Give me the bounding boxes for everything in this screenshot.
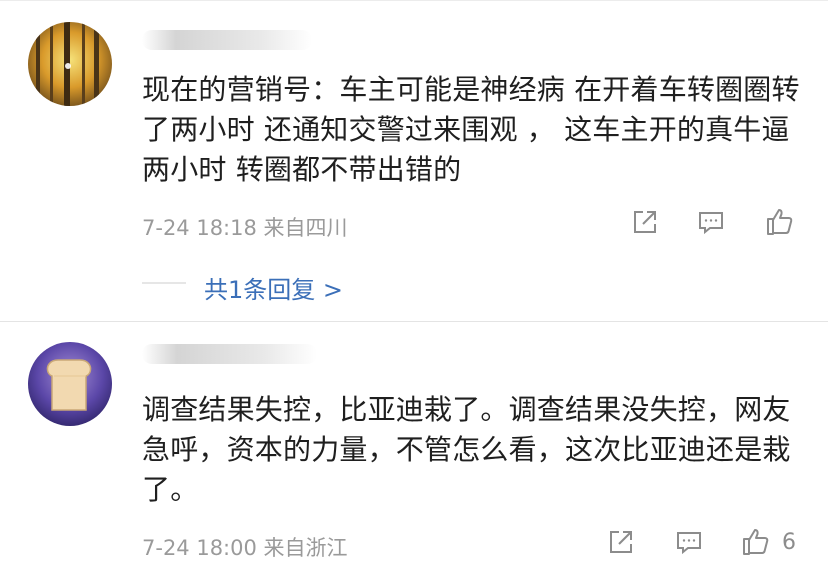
share-icon: [610, 531, 632, 553]
comment-bubble-icon: [677, 532, 701, 555]
view-replies-link[interactable]: 共1条回复 >: [204, 270, 343, 305]
comment-location: 来自四川: [263, 216, 348, 240]
avatar[interactable]: [28, 22, 112, 106]
comment-meta: 7-24 18:00 来自浙江: [142, 532, 348, 562]
comment-item: 现在的营销号：车主可能是神经病 在开着车转圈圈转了两小时 还通知交警过来围观 ，…: [0, 0, 828, 322]
reply-indent-line: [142, 282, 186, 284]
comment-location: 来自浙江: [263, 536, 348, 560]
comment-actions: 6: [606, 526, 796, 558]
thumbs-up-icon: [743, 529, 769, 555]
comment-meta: 7-24 18:18 来自四川: [142, 212, 348, 242]
share-button[interactable]: [630, 207, 660, 237]
username-blurred[interactable]: [142, 344, 317, 364]
like-count: 6: [782, 529, 796, 555]
comment-actions: [630, 206, 796, 238]
comment-time: 7-24 18:00: [142, 536, 257, 560]
share-button[interactable]: [606, 527, 636, 557]
share-icon: [634, 211, 656, 233]
comment-item: 调查结果失控，比亚迪栽了。调查结果没失控，网友急呼，资本的力量，不管怎么看，这次…: [0, 322, 828, 582]
like-button[interactable]: 6: [740, 526, 796, 558]
thumbs-up-icon: [767, 209, 793, 235]
comment-button[interactable]: [674, 527, 704, 557]
comment-button[interactable]: [696, 207, 726, 237]
comment-text: 调查结果失控，比亚迪栽了。调查结果没失控，网友急呼，资本的力量，不管怎么看，这次…: [142, 393, 791, 506]
username-blurred[interactable]: [142, 30, 312, 50]
comment-text: 现在的营销号：车主可能是神经病 在开着车转圈圈转了两小时 还通知交警过来围观 ，…: [142, 73, 800, 186]
comment-bubble-icon: [699, 212, 723, 235]
comment-time: 7-24 18:18: [142, 216, 257, 240]
avatar[interactable]: [28, 342, 112, 426]
like-button[interactable]: [764, 206, 796, 238]
